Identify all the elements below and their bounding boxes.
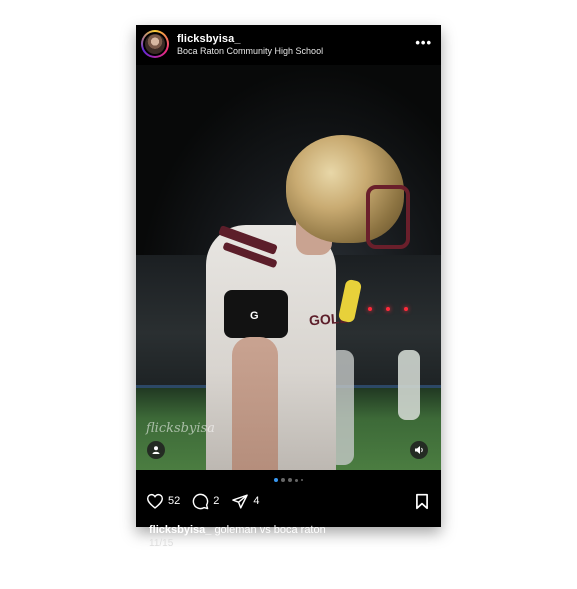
stadium-light	[404, 307, 408, 311]
heart-icon	[146, 493, 164, 509]
carousel-dot	[288, 478, 292, 482]
carousel-dot	[274, 478, 278, 482]
like-button[interactable]: 52	[146, 493, 180, 509]
stadium-light	[386, 307, 390, 311]
comment-icon	[192, 493, 209, 509]
post-date: 11/15	[149, 538, 174, 549]
share-count[interactable]: 4	[253, 495, 259, 507]
avatar-image	[145, 34, 165, 54]
background-player	[398, 350, 420, 420]
comment-button[interactable]: 2	[192, 493, 219, 510]
caption-text: goleman vs boca raton	[214, 524, 326, 536]
avatar[interactable]	[141, 30, 169, 58]
like-count[interactable]: 52	[168, 495, 180, 507]
post-header: flicksbyisa_ Boca Raton Community High S…	[136, 25, 441, 65]
post-caption: flicksbyisa_ goleman vs boca raton	[149, 524, 326, 536]
post-username[interactable]: flicksbyisa_	[177, 33, 241, 45]
carousel-indicator	[136, 477, 441, 483]
carousel-dot	[295, 478, 298, 482]
user-tag-icon[interactable]	[147, 441, 165, 459]
bookmark-icon	[416, 493, 428, 510]
post-photo[interactable]: GOLE G flicksbyisa	[136, 65, 441, 470]
caption-username[interactable]: flicksbyisa_	[149, 524, 211, 536]
player-arm	[232, 337, 278, 470]
volume-icon[interactable]	[410, 441, 428, 459]
comment-count[interactable]: 2	[213, 495, 219, 507]
share-button[interactable]: 4	[231, 493, 260, 510]
photo-watermark: flicksbyisa	[146, 421, 215, 436]
carousel-dot	[281, 478, 285, 482]
send-icon	[232, 493, 249, 509]
stadium-light	[368, 307, 372, 311]
post-location[interactable]: Boca Raton Community High School	[177, 46, 323, 56]
save-button[interactable]	[415, 493, 429, 510]
post-actions: 52 2 4	[146, 491, 272, 511]
carousel-dot	[301, 479, 303, 481]
more-options-icon[interactable]: •••	[415, 35, 432, 50]
instagram-post-card: flicksbyisa_ Boca Raton Community High S…	[136, 25, 441, 549]
sleeve-logo: G	[250, 310, 259, 322]
helmet-facemask	[366, 185, 410, 249]
